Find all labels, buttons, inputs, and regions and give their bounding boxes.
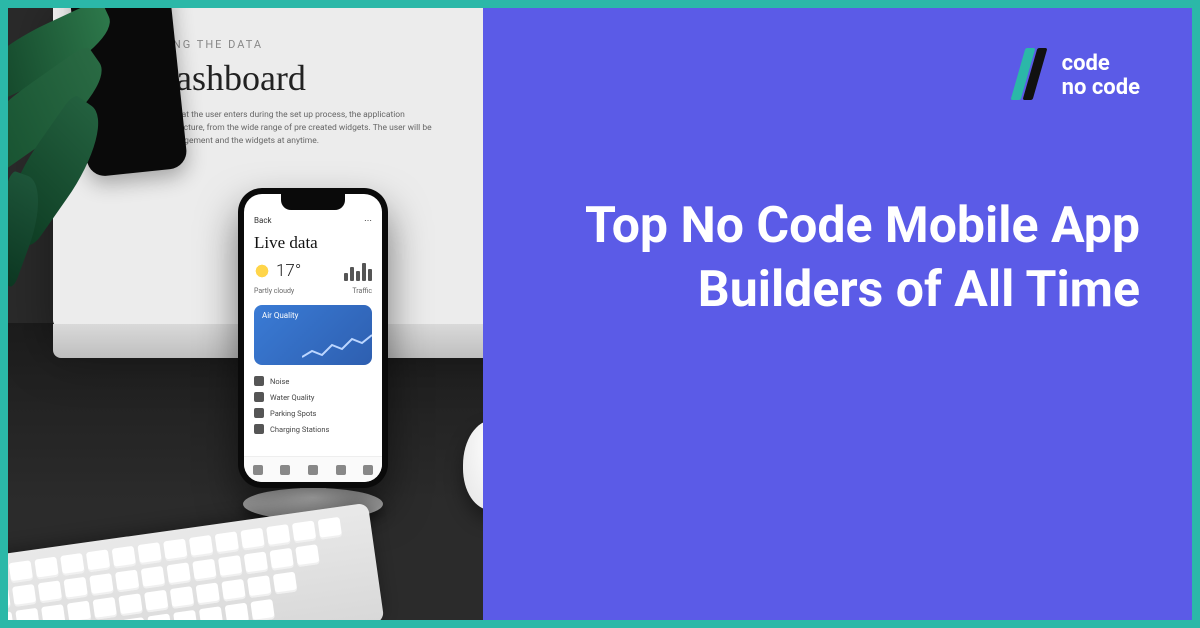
plant-decoration [8, 8, 168, 278]
list-item: Water Quality [254, 389, 372, 405]
weather-sun-icon [254, 263, 270, 279]
list-item: Charging Stations [254, 421, 372, 437]
tab-icon [336, 465, 346, 475]
promo-card: INTERPRETING THE DATA The dashboard With… [0, 0, 1200, 628]
tab-icon [363, 465, 373, 475]
tab-icon [308, 465, 318, 475]
tab-icon [253, 465, 263, 475]
list-item: Parking Spots [254, 405, 372, 421]
tab-icon [280, 465, 290, 475]
photo-panel: INTERPRETING THE DATA The dashboard With… [8, 8, 553, 620]
bar-chart-icon [344, 261, 372, 281]
phone-notch [281, 194, 345, 210]
phone-mockup-front: Back ⋯ Live data 17° Partly cloudy Traff… [238, 188, 388, 488]
air-quality-card: Air Quality [254, 305, 372, 365]
metrics-list: Noise Water Quality Parking Spots Chargi… [244, 371, 382, 439]
menu-icon: ⋯ [364, 216, 372, 225]
back-label: Back [254, 216, 272, 225]
list-item: Noise [254, 373, 372, 389]
brand-line1: code [1062, 52, 1140, 76]
brand-line2: no code [1062, 76, 1140, 100]
brand-mark-icon [1014, 48, 1048, 104]
headline-panel: code no code Top No Code Mobile App Buil… [483, 8, 1192, 620]
weather-sub: Partly cloudy [254, 287, 294, 295]
phone-screen: Back ⋯ Live data 17° Partly cloudy Traff… [244, 194, 382, 482]
weather-temp: 17° [276, 261, 301, 281]
headline: Top No Code Mobile App Builders of All T… [580, 194, 1140, 322]
brand-logo: code no code [1014, 48, 1140, 104]
card-label: Air Quality [262, 311, 298, 320]
screen-title: Live data [244, 231, 382, 259]
traffic-label: Traffic [352, 287, 372, 295]
phone-tabbar [244, 456, 382, 482]
